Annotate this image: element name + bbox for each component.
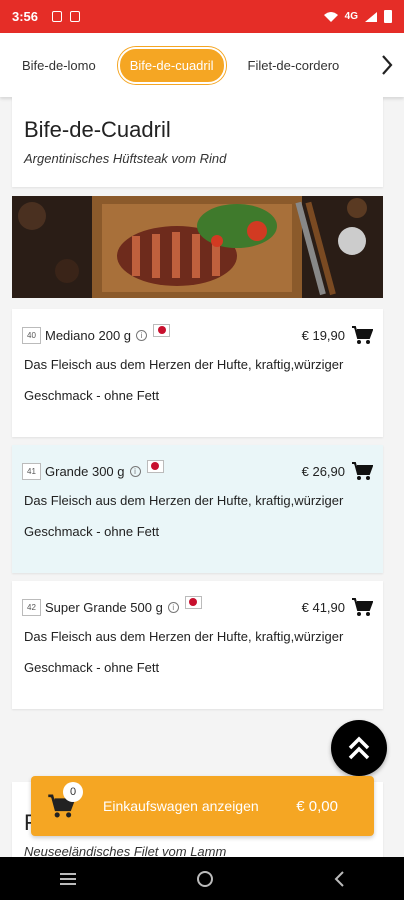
system-nav-bar xyxy=(0,857,404,900)
japan-flag-icon xyxy=(153,323,171,337)
signal-icon xyxy=(365,11,377,22)
item-description-line1: Das Fleisch aus dem Herzen der Hufte, kr… xyxy=(24,357,344,372)
item-number: 40 xyxy=(22,326,41,344)
item-description-line1: Das Fleisch aus dem Herzen der Hufte, kr… xyxy=(24,629,344,644)
add-to-cart-icon[interactable] xyxy=(351,461,373,481)
menu-item[interactable]: 42 Super Grande 500 g i € 41,90 Das Flei… xyxy=(12,581,383,709)
back-icon[interactable] xyxy=(332,870,346,888)
category-tab-bar: Bife-de-lomo Bife-de-cuadril Filet-de-co… xyxy=(0,33,404,97)
item-name: Grande 300 g xyxy=(45,463,125,479)
item-name: Super Grande 500 g xyxy=(45,599,163,615)
cart-count-badge: 0 xyxy=(63,782,83,802)
view-cart-label: Einkaufswagen anzeigen xyxy=(103,798,259,814)
item-description-line2: Geschmack - ohne Fett xyxy=(24,660,160,675)
cart-total: € 0,00 xyxy=(296,797,338,815)
add-to-cart-icon[interactable] xyxy=(351,325,373,345)
battery-icon xyxy=(384,10,392,23)
japan-flag-icon xyxy=(146,459,164,473)
menu-item[interactable]: 40 Mediano 200 g i € 19,90 Das Fleisch a… xyxy=(12,309,383,437)
wifi-icon xyxy=(323,11,338,22)
japan-flag-icon xyxy=(184,595,202,609)
info-icon[interactable]: i xyxy=(136,329,148,341)
double-chevron-up-icon xyxy=(348,736,370,760)
add-to-cart-icon[interactable] xyxy=(351,597,373,617)
menu-item[interactable]: 41 Grande 300 g i € 26,90 Das Fleisch au… xyxy=(12,445,383,573)
recents-icon[interactable] xyxy=(58,871,78,887)
item-description-line2: Geschmack - ohne Fett xyxy=(24,524,160,539)
info-icon[interactable]: i xyxy=(129,465,141,477)
item-price: € 26,90 xyxy=(301,463,345,479)
network-type: 4G xyxy=(344,11,358,22)
tabs-scroll-right-button[interactable] xyxy=(370,33,404,97)
tab-filet-de-cordero[interactable]: Filet-de-cordero xyxy=(238,49,350,82)
section-title: Bife-de-Cuadril xyxy=(24,117,171,142)
item-description-line2: Geschmack - ohne Fett xyxy=(24,388,160,403)
item-description-line1: Das Fleisch aus dem Herzen der Hufte, kr… xyxy=(24,493,344,508)
item-price: € 19,90 xyxy=(301,327,345,343)
tab-bife-de-cuadril[interactable]: Bife-de-cuadril xyxy=(117,46,226,84)
item-number: 41 xyxy=(22,462,41,480)
section-subtitle: Argentinisches Hüftsteak vom Rind xyxy=(24,151,227,166)
section-header: Bife-de-Cuadril Argentinisches Hüftsteak… xyxy=(12,97,383,187)
chevron-right-icon xyxy=(382,55,393,75)
item-name: Mediano 200 g xyxy=(45,327,132,343)
tab-bife-de-lomo[interactable]: Bife-de-lomo xyxy=(12,49,106,82)
steak-hero-image xyxy=(12,196,383,298)
view-cart-button[interactable]: 0 Einkaufswagen anzeigen € 0,00 xyxy=(31,776,374,836)
item-number: 42 xyxy=(22,598,41,616)
status-bar: 3:56 4G xyxy=(0,0,404,33)
next-section-subtitle: Neuseeländisches Filet vom Lamm xyxy=(24,844,227,857)
notification-icon xyxy=(52,11,63,22)
scroll-to-top-button[interactable] xyxy=(331,720,387,776)
info-icon[interactable]: i xyxy=(167,601,179,613)
status-time: 3:56 xyxy=(12,9,39,24)
item-price: € 41,90 xyxy=(301,599,345,615)
notification-icon-2 xyxy=(70,11,81,22)
home-icon[interactable] xyxy=(195,869,215,889)
